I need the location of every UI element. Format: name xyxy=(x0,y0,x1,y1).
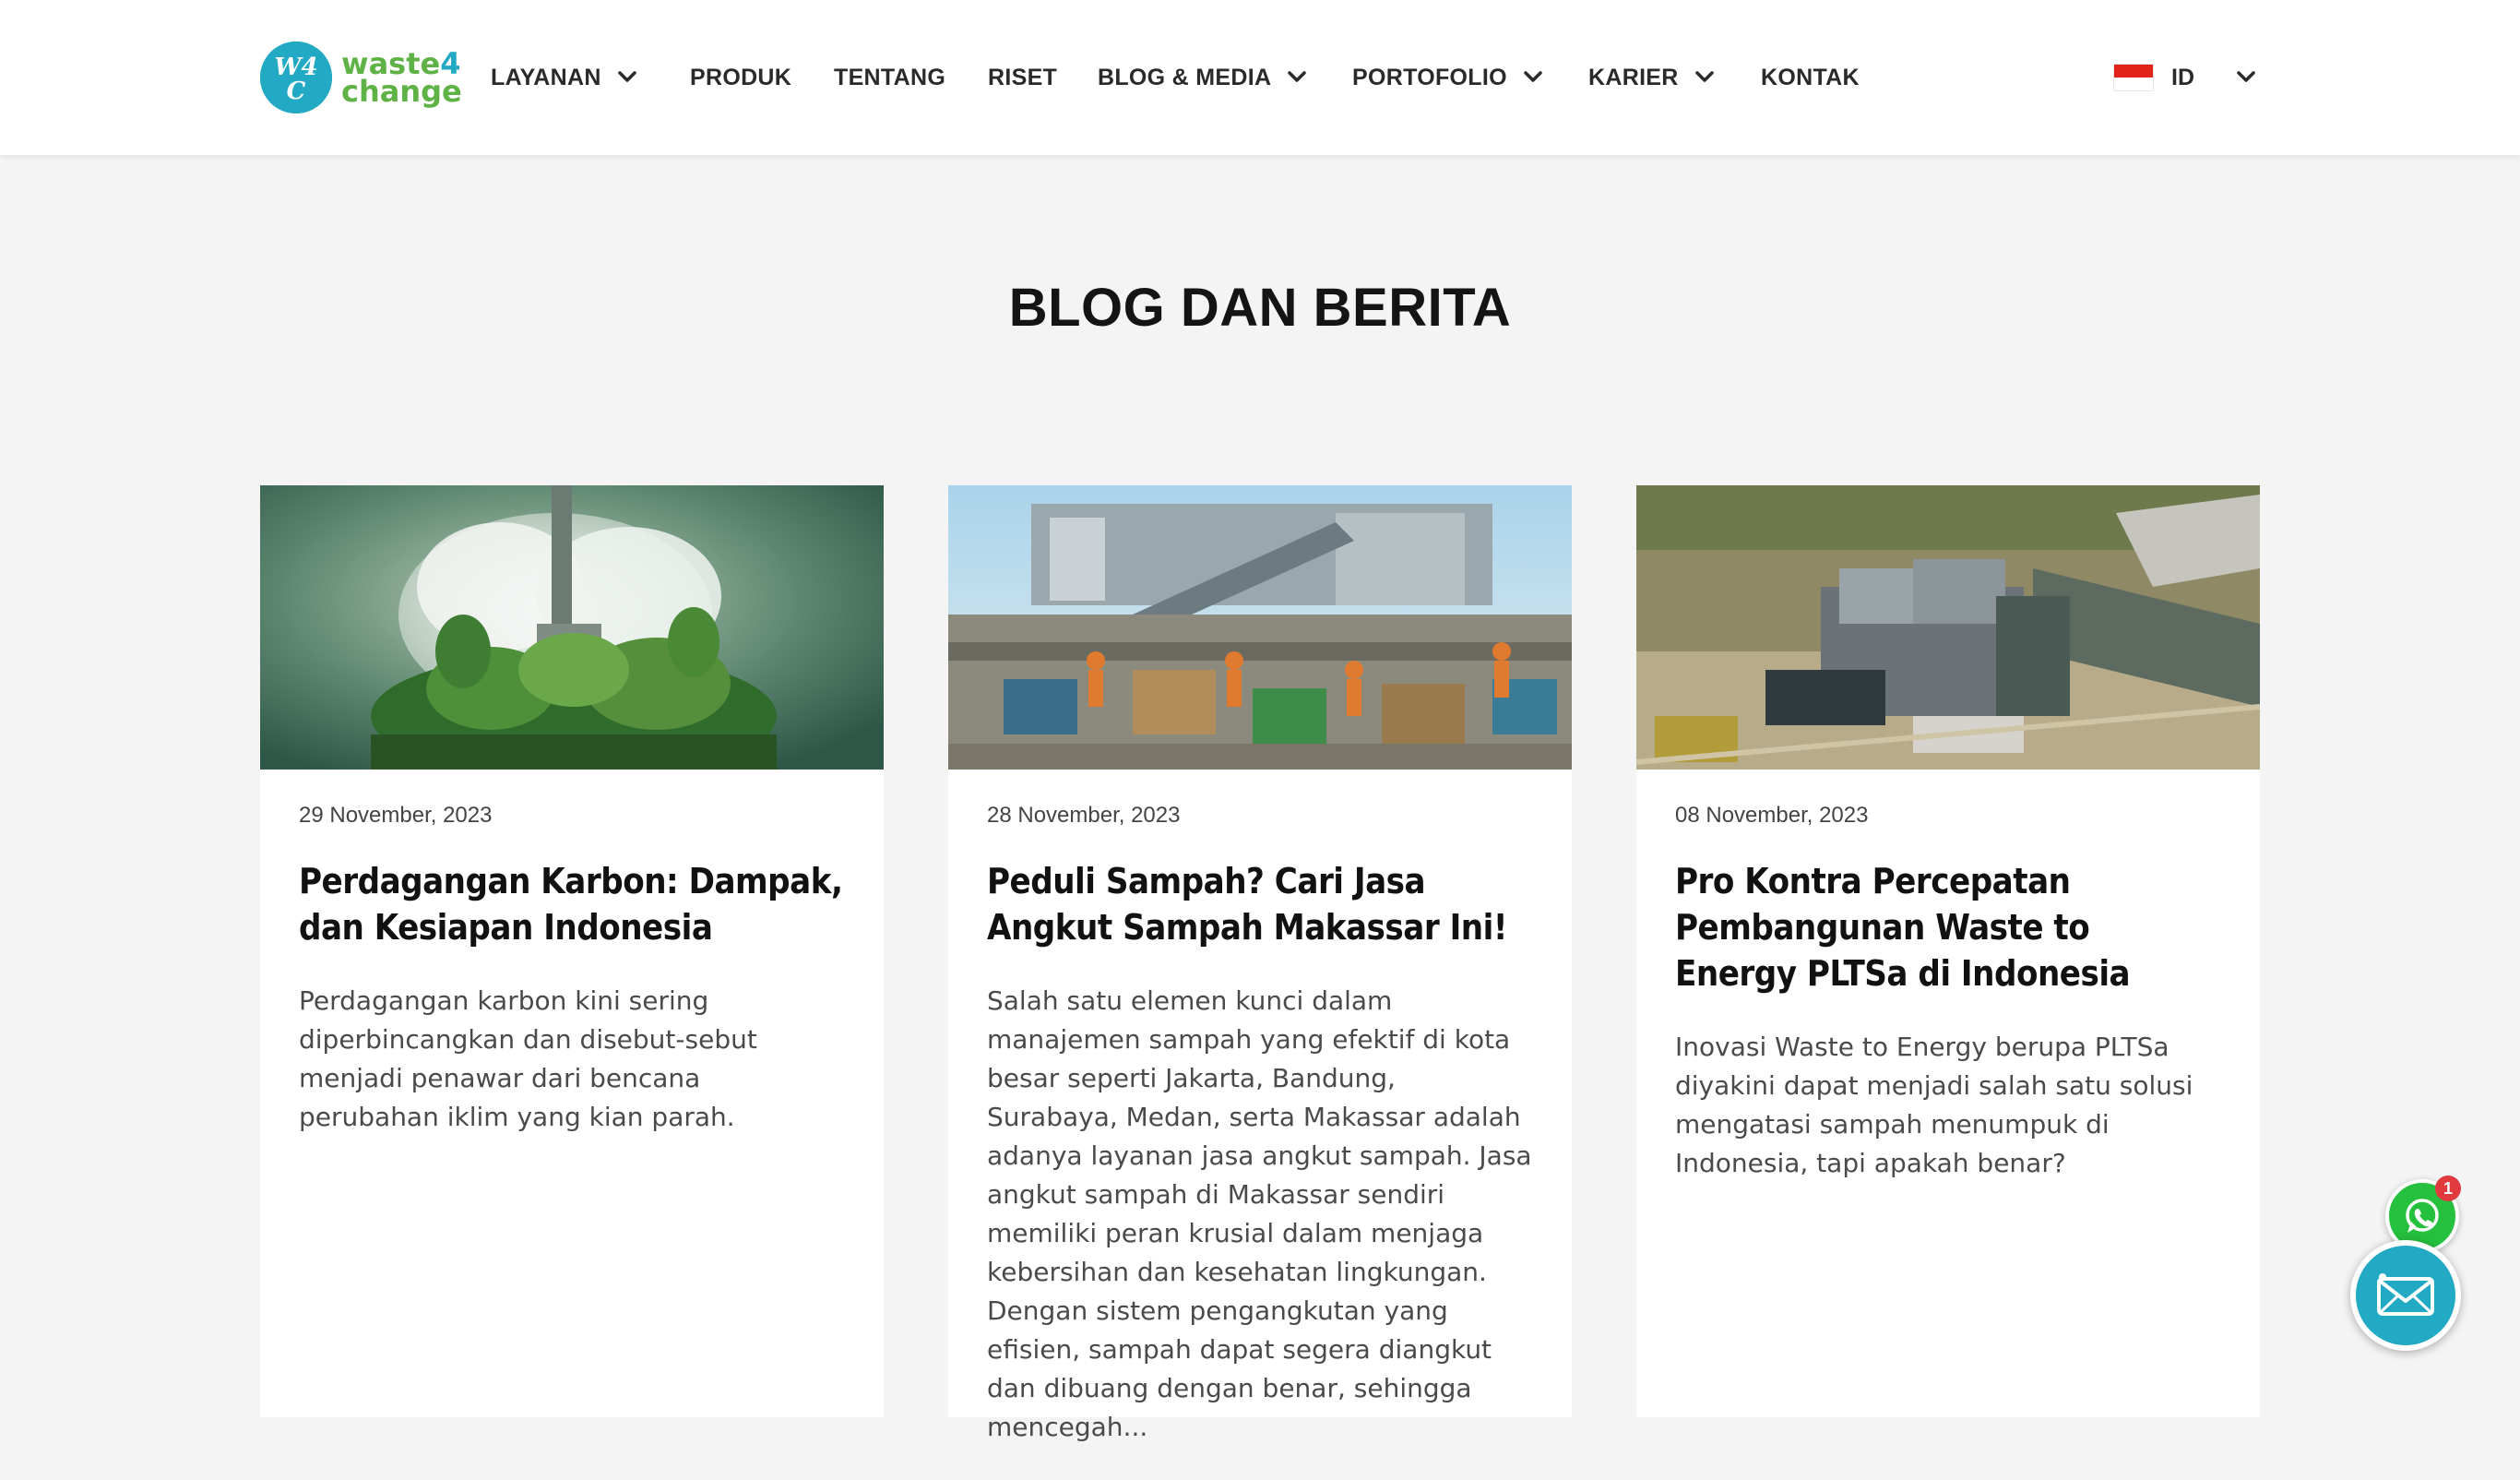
nav-kontak[interactable]: KONTAK xyxy=(1761,0,1860,155)
chevron-down-icon xyxy=(617,71,636,82)
nav-karier[interactable]: KARIER xyxy=(1588,0,1714,155)
blog-card[interactable]: 28 November, 2023 Peduli Sampah? Cari Ja… xyxy=(948,485,1572,1442)
nav-portofolio-label: PORTOFOLIO xyxy=(1352,64,1507,90)
brand-logo[interactable]: W4 C waste4 change xyxy=(260,41,462,114)
post-title[interactable]: Pro Kontra Percepatan Pembangunan Waste … xyxy=(1675,858,2221,997)
post-date: 28 November, 2023 xyxy=(987,803,1181,828)
chevron-down-icon xyxy=(2237,71,2255,82)
post-excerpt: Perdagangan karbon kini sering diperbinc… xyxy=(299,985,757,1132)
post-date: 08 November, 2023 xyxy=(1675,803,1869,828)
post-date: 29 November, 2023 xyxy=(299,803,493,828)
indonesia-flag-icon xyxy=(2114,65,2153,90)
logo-badge-icon: W4 C xyxy=(260,42,332,113)
nav-blog-media[interactable]: BLOG & MEDIA xyxy=(1098,0,1307,155)
page-title: BLOG DAN BERITA xyxy=(1008,278,1512,338)
contact-mail-button[interactable] xyxy=(2350,1240,2461,1351)
blog-card[interactable]: 08 November, 2023 Pro Kontra Percepatan … xyxy=(1636,485,2260,1417)
nav-portofolio[interactable]: PORTOFOLIO xyxy=(1352,0,1542,155)
chevron-down-icon xyxy=(1524,71,1542,82)
post-excerpt: Inovasi Waste to Energy berupa PLTSa diy… xyxy=(1675,1032,2193,1178)
chevron-down-icon xyxy=(1694,71,1714,82)
nav-layanan[interactable]: LAYANAN xyxy=(491,0,636,155)
nav-produk[interactable]: PRODUK xyxy=(690,0,791,155)
post-title[interactable]: Perdagangan Karbon: Dampak, dan Kesiapan… xyxy=(299,858,845,950)
logo-word-change: change xyxy=(341,74,462,109)
svg-text:C: C xyxy=(287,78,306,105)
waste-sorting-facility-image[interactable] xyxy=(948,485,1572,770)
nav-karier-label: KARIER xyxy=(1588,64,1679,90)
nav-tentang-label: TENTANG xyxy=(834,64,946,90)
language-code: ID xyxy=(2171,64,2194,90)
blog-card[interactable]: 29 November, 2023 Perdagangan Karbon: Da… xyxy=(260,485,884,1417)
post-title[interactable]: Peduli Sampah? Cari Jasa Angkut Sampah M… xyxy=(987,858,1533,950)
nav-riset[interactable]: RISET xyxy=(988,0,1057,155)
logo-wordmark: waste4 change xyxy=(341,49,462,109)
nav-kontak-label: KONTAK xyxy=(1761,64,1860,90)
notification-badge: 1 xyxy=(2435,1176,2461,1201)
green-factory-cloud-image[interactable] xyxy=(260,485,884,770)
nav-layanan-label: LAYANAN xyxy=(491,64,601,90)
chevron-down-icon xyxy=(1288,71,1307,82)
power-plant-aerial-image[interactable] xyxy=(1636,485,2260,770)
language-selector[interactable]: ID xyxy=(2114,0,2255,155)
whatsapp-icon xyxy=(2406,1199,2439,1233)
mail-icon xyxy=(2377,1273,2434,1316)
nav-tentang[interactable]: TENTANG xyxy=(834,0,945,155)
nav-riset-label: RISET xyxy=(988,64,1058,90)
nav-blog-media-label: BLOG & MEDIA xyxy=(1098,64,1272,90)
nav-produk-label: PRODUK xyxy=(690,64,792,90)
post-excerpt: Salah satu elemen kunci dalam manajemen … xyxy=(987,985,1532,1442)
site-header: W4 C waste4 change LAYANAN PRODUK TENTAN… xyxy=(0,0,2520,155)
